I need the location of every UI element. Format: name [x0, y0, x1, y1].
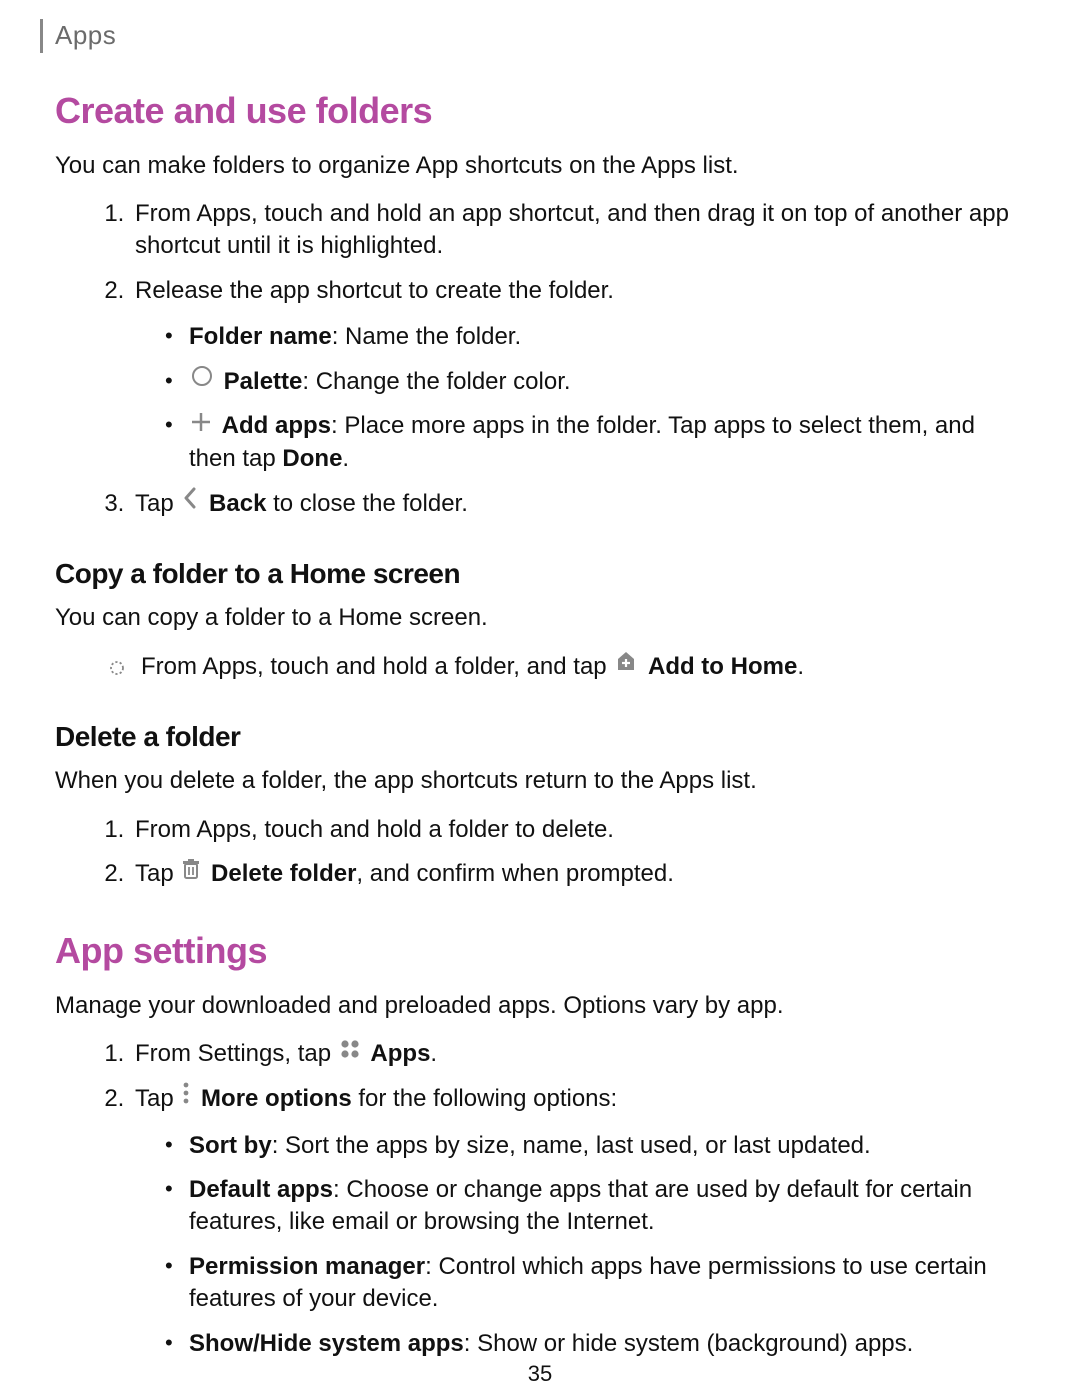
option-label: Add to Home: [648, 653, 797, 680]
plus-icon: [191, 409, 211, 441]
step-text: Release the app shortcut to create the f…: [135, 277, 614, 304]
breadcrumb-text: Apps: [55, 18, 116, 53]
step-post: , and confirm when prompted.: [356, 860, 674, 887]
more-options-list: Sort by: Sort the apps by size, name, la…: [135, 1130, 1025, 1360]
step-item: Tap More options for the following optio…: [131, 1083, 1025, 1360]
app-settings-steps: From Settings, tap Apps. Tap More option…: [55, 1038, 1025, 1360]
step-pre: Tap: [135, 860, 180, 887]
list-item: Show/Hide system apps: Show or hide syst…: [165, 1328, 1025, 1360]
page-content: Apps Create and use folders You can make…: [0, 0, 1080, 1360]
palette-icon: [191, 364, 213, 396]
option-label: Back: [209, 490, 266, 517]
step-item: Release the app shortcut to create the f…: [131, 275, 1025, 476]
list-item: Permission manager: Control which apps h…: [165, 1251, 1025, 1316]
list-item: Add apps: Place more apps in the folder.…: [165, 410, 1025, 475]
option-label: Default apps: [189, 1176, 333, 1203]
folder-options-list: Folder name: Name the folder. Palette: C…: [135, 321, 1025, 475]
more-options-icon: [182, 1081, 190, 1113]
step-post: to close the folder.: [266, 490, 467, 517]
list-item: Sort by: Sort the apps by size, name, la…: [165, 1130, 1025, 1162]
intro-text: Manage your downloaded and preloaded app…: [55, 990, 1025, 1022]
step-post: for the following options:: [352, 1085, 618, 1112]
step-item: From Apps, touch and hold an app shortcu…: [131, 198, 1025, 263]
step-item: Tap Back to close the folder.: [131, 488, 1025, 521]
step-item: From Settings, tap Apps.: [131, 1038, 1025, 1071]
option-label: Folder name: [189, 323, 332, 350]
step-post: .: [430, 1040, 437, 1067]
back-icon: [182, 486, 198, 518]
step-pre: Tap: [135, 490, 180, 517]
step-item: From Apps, touch and hold a folder to de…: [131, 814, 1025, 846]
option-label: Show/Hide system apps: [189, 1330, 464, 1357]
heading-create-and-use-folders: Create and use folders: [55, 87, 1025, 136]
option-desc: : Name the folder.: [332, 323, 521, 350]
add-to-home-icon: [615, 649, 637, 681]
done-label: Done: [282, 445, 342, 472]
option-desc: : Change the folder color.: [302, 368, 570, 395]
apps-icon: [340, 1036, 360, 1068]
option-desc-tail: .: [342, 445, 349, 472]
option-label: Delete folder: [211, 860, 356, 887]
step-post: .: [797, 653, 804, 680]
list-item: From Apps, touch and hold a folder, and …: [107, 651, 1025, 684]
step-item: Tap Delete folder, and confirm when prom…: [131, 858, 1025, 891]
step-pre: From Settings, tap: [135, 1040, 338, 1067]
list-item: Palette: Change the folder color.: [165, 366, 1025, 399]
step-pre: Tap: [135, 1085, 180, 1112]
copy-folder-steps: From Apps, touch and hold a folder, and …: [55, 651, 1025, 684]
breadcrumb-divider: [40, 19, 43, 53]
delete-folder-steps: From Apps, touch and hold a folder to de…: [55, 814, 1025, 891]
option-label: More options: [201, 1085, 352, 1112]
page-number: 35: [0, 1359, 1080, 1389]
heading-app-settings: App settings: [55, 927, 1025, 976]
radio-bullet-icon: [107, 655, 127, 675]
create-folder-steps: From Apps, touch and hold an app shortcu…: [55, 198, 1025, 520]
option-label: Permission manager: [189, 1253, 425, 1280]
option-label: Palette: [224, 368, 303, 395]
heading-delete-folder: Delete a folder: [55, 718, 1025, 756]
option-desc: : Show or hide system (background) apps.: [464, 1330, 914, 1357]
breadcrumb: Apps: [40, 0, 1025, 53]
list-item: Default apps: Choose or change apps that…: [165, 1174, 1025, 1239]
intro-text: When you delete a folder, the app shortc…: [55, 765, 1025, 797]
option-label: Apps: [370, 1040, 430, 1067]
option-label: Sort by: [189, 1132, 272, 1159]
option-label: Add apps: [222, 412, 331, 439]
list-item: Folder name: Name the folder.: [165, 321, 1025, 353]
intro-text: You can copy a folder to a Home screen.: [55, 602, 1025, 634]
trash-icon: [182, 857, 200, 889]
heading-copy-folder: Copy a folder to a Home screen: [55, 555, 1025, 593]
intro-text: You can make folders to organize App sho…: [55, 150, 1025, 182]
step-pre: From Apps, touch and hold a folder, and …: [141, 653, 613, 680]
option-desc: : Sort the apps by size, name, last used…: [272, 1132, 871, 1159]
